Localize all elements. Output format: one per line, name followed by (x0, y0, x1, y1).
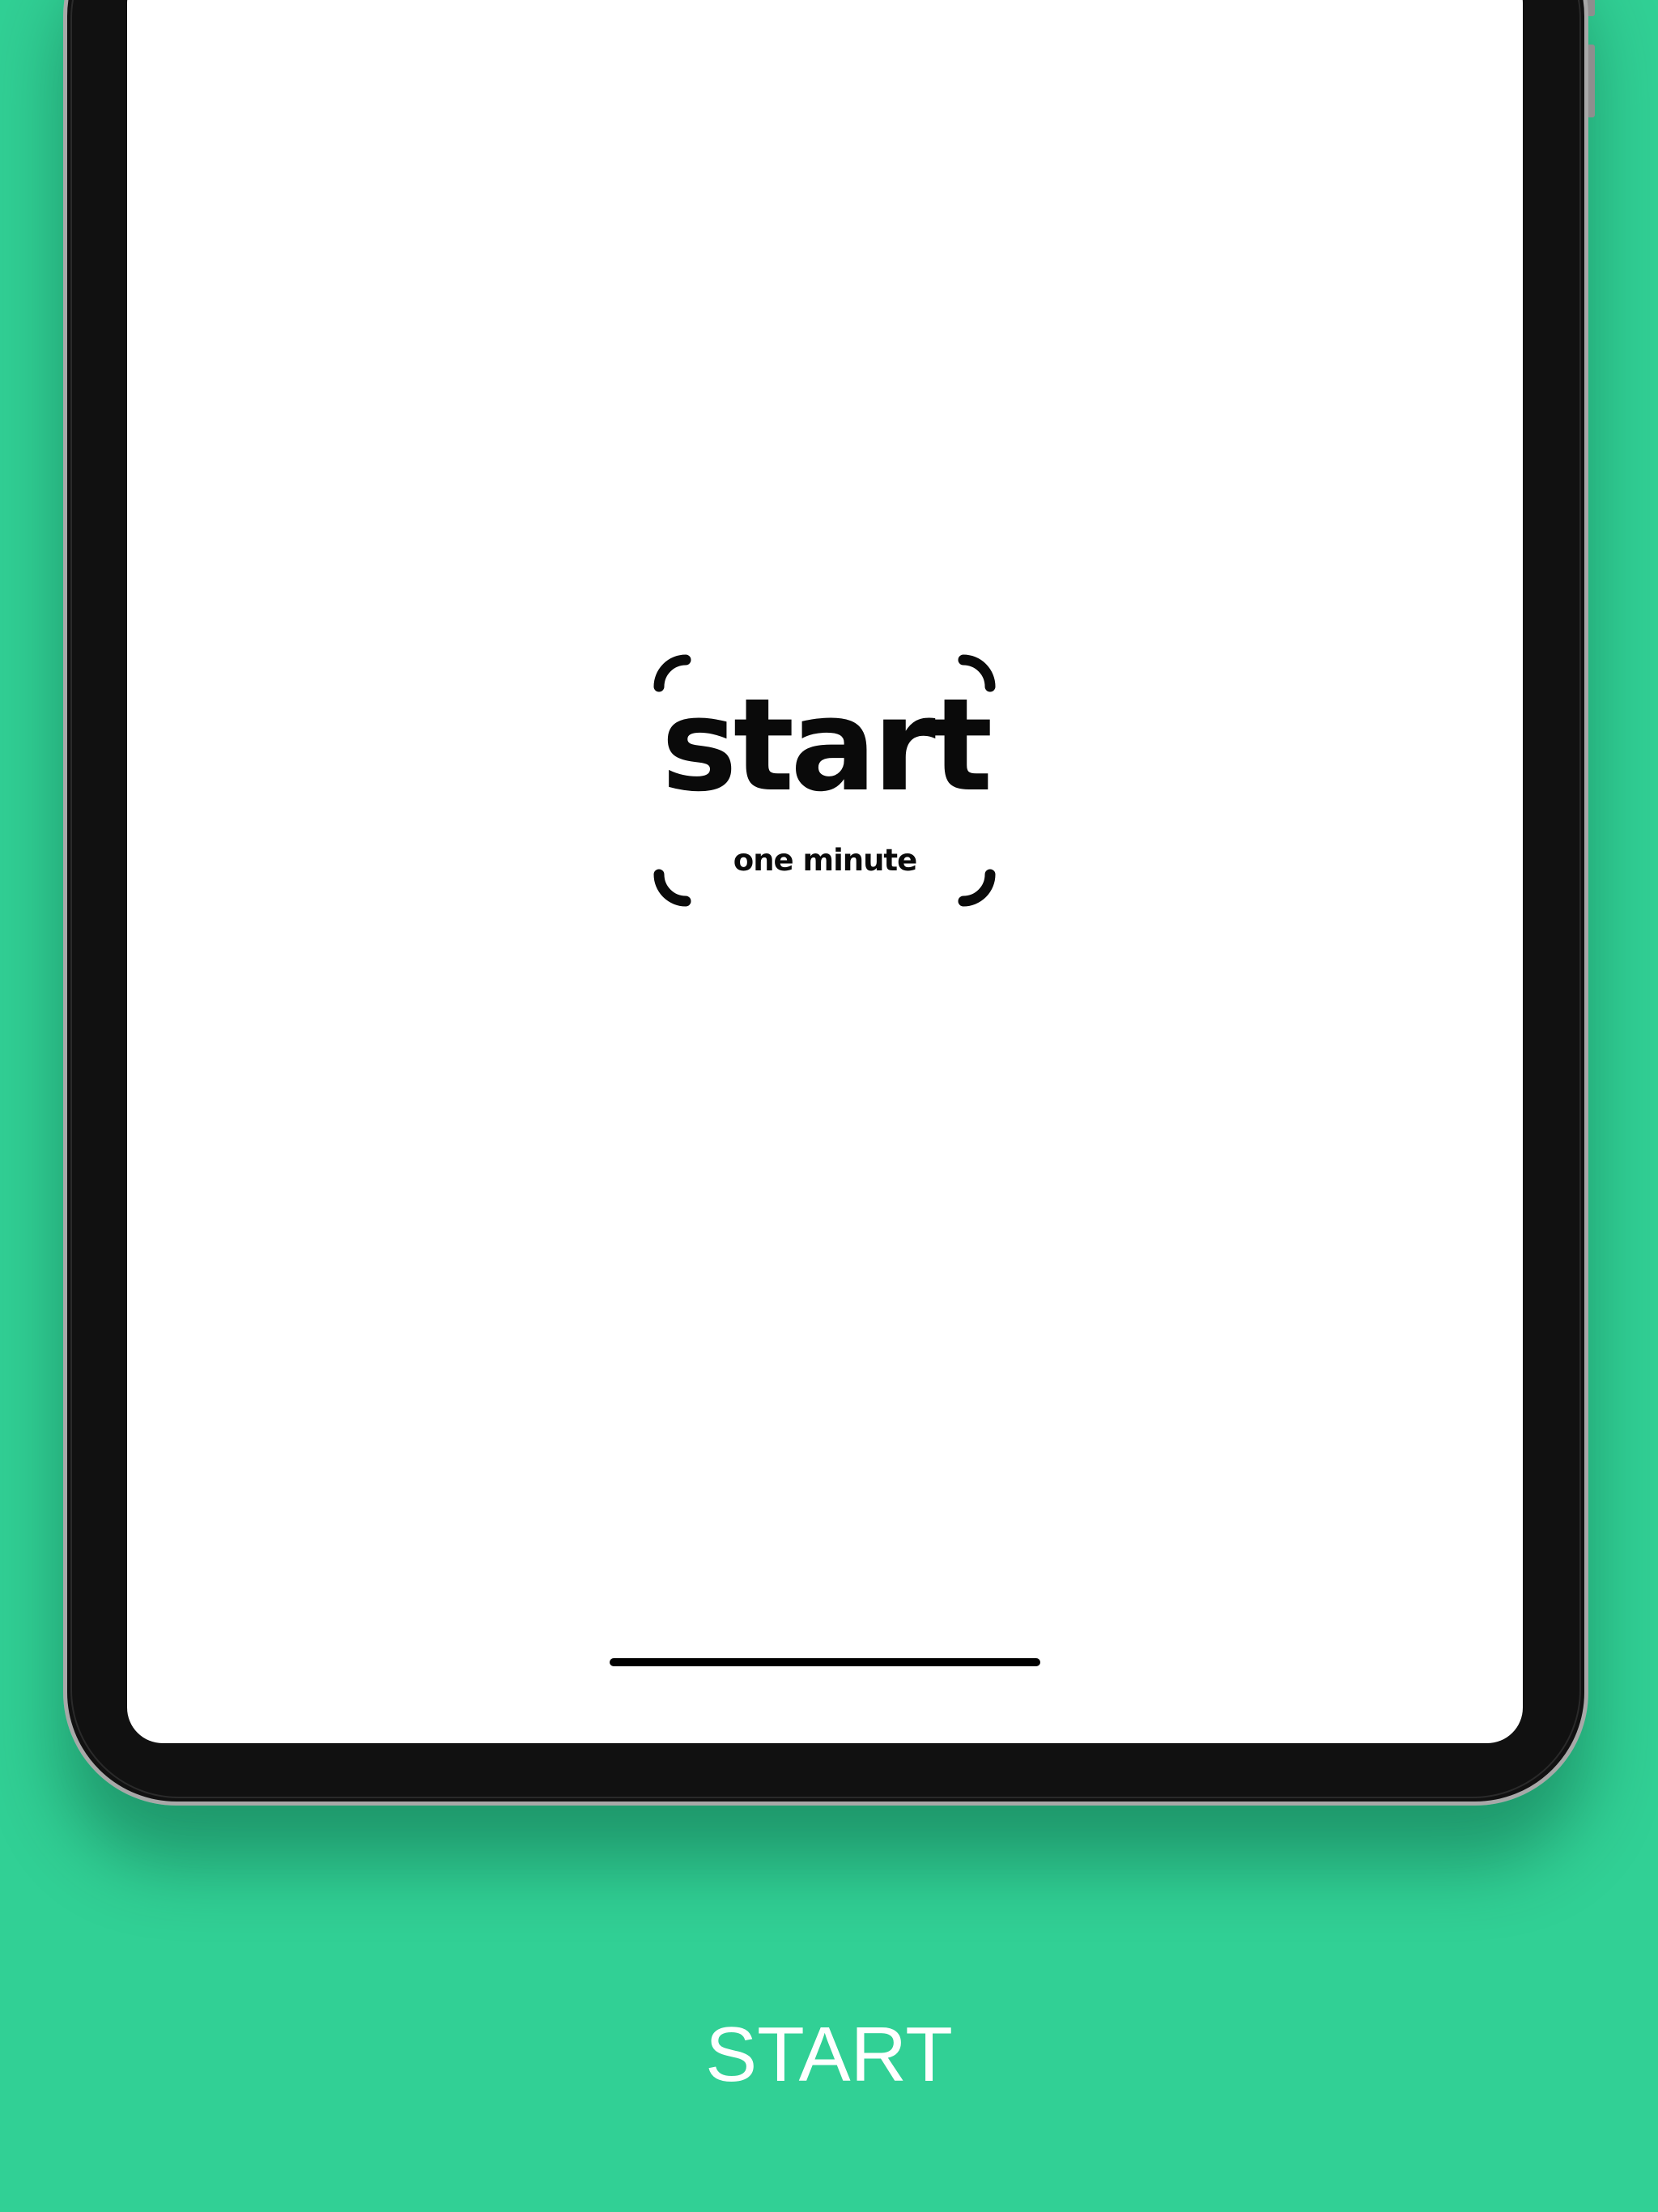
bracket-bottom-right (958, 869, 996, 907)
bracket-bottom-left (653, 869, 691, 907)
logo-wordmark: start (661, 671, 993, 820)
home-indicator[interactable] (610, 1658, 1040, 1666)
app-screen: start one minute (127, 0, 1523, 1743)
logo-tagline: one minute (733, 843, 917, 878)
app-logo: start one minute (651, 651, 999, 910)
promo-caption: START (705, 2011, 953, 2098)
